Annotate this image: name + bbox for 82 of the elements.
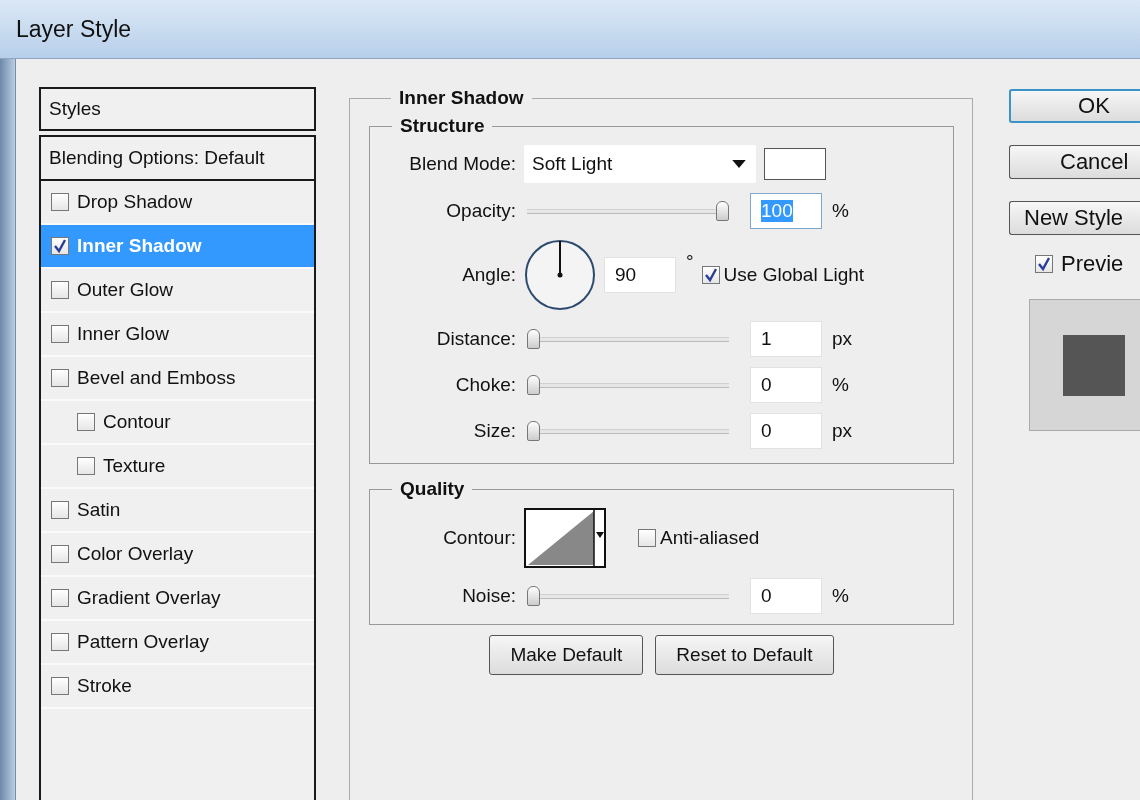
input-field[interactable]: 0	[750, 578, 822, 614]
unit-label: %	[832, 585, 849, 607]
styles-header: Styles	[39, 87, 316, 131]
checkbox[interactable]	[51, 281, 69, 299]
list-item[interactable]: Color Overlay	[41, 533, 314, 577]
checkbox[interactable]	[77, 413, 95, 431]
slider-thumb[interactable]	[716, 201, 729, 221]
checkbox-label: Use Global Light	[723, 264, 865, 286]
field-label: Choke:	[454, 374, 516, 396]
list-item[interactable]: Outer Glow	[41, 269, 314, 313]
input-field[interactable]: 0	[750, 367, 822, 403]
checkbox[interactable]	[51, 325, 69, 343]
checkbox[interactable]	[77, 457, 95, 475]
field-label: Size:	[472, 420, 516, 442]
dialog-button[interactable]: New Style	[1009, 201, 1140, 235]
field-label: Distance:	[435, 328, 516, 350]
checkbox-label: Previe	[1061, 251, 1124, 277]
unit-label: %	[832, 374, 849, 396]
unit-label: px	[832, 328, 853, 350]
checkbox[interactable]	[51, 501, 69, 519]
checkbox[interactable]	[51, 237, 69, 255]
list-item[interactable]: Bevel and Emboss	[41, 357, 314, 401]
field-label: Opacity:	[445, 200, 516, 222]
slider-thumb[interactable]	[527, 421, 540, 441]
checkbox-label: Anti-aliased	[660, 527, 760, 549]
checkbox[interactable]	[638, 529, 656, 547]
unit-label: %	[832, 200, 849, 222]
checkbox[interactable]	[51, 545, 69, 563]
contour-picker[interactable]	[524, 508, 606, 568]
list-item[interactable]: Inner Glow	[41, 313, 314, 357]
dialog-button[interactable]: OK	[1009, 89, 1140, 123]
section-title: Structure	[399, 115, 486, 137]
list-item[interactable]: Texture	[41, 445, 314, 489]
panel-button[interactable]: Make Default	[489, 635, 644, 675]
list-item-label: Inner Shadow	[77, 235, 202, 257]
panel-button[interactable]: Reset to Default	[655, 635, 834, 675]
preview-swatch	[1063, 334, 1125, 396]
unit-label: °	[686, 251, 694, 273]
input-field[interactable]: 0	[750, 413, 822, 449]
list-item-label: Gradient Overlay	[77, 587, 221, 609]
list-item-label: Color Overlay	[77, 543, 194, 565]
blend-mode-dropdown[interactable]: Soft Light	[524, 145, 756, 183]
checkbox[interactable]	[51, 633, 69, 651]
window-title: Layer Style	[16, 15, 132, 43]
input-field[interactable]: 90	[604, 257, 676, 293]
unit-label: px	[832, 420, 853, 442]
color-swatch[interactable]	[764, 148, 826, 180]
list-item-label: Contour	[103, 411, 171, 433]
section-title: Quality	[399, 478, 466, 500]
checkbox[interactable]	[51, 589, 69, 607]
slider-thumb[interactable]	[527, 586, 540, 606]
list-item-label: Bevel and Emboss	[77, 367, 236, 389]
slider-thumb[interactable]	[527, 329, 540, 349]
checkbox[interactable]	[51, 369, 69, 387]
list-item-label: Drop Shadow	[77, 191, 193, 213]
list-item[interactable]: Contour	[41, 401, 314, 445]
list-item-label: Satin	[77, 499, 121, 521]
list-item[interactable]: Satin	[41, 489, 314, 533]
field-label: Noise:	[461, 585, 516, 607]
field-label: Angle:	[461, 264, 516, 286]
list-item[interactable]: Pattern Overlay	[41, 621, 314, 665]
angle-dial[interactable]	[524, 239, 596, 311]
slider-thumb[interactable]	[527, 375, 540, 395]
section-title: Inner Shadow	[398, 87, 525, 109]
field-value: 100	[761, 200, 793, 222]
list-item-label: Inner Glow	[77, 323, 169, 345]
checkbox[interactable]	[1035, 255, 1053, 273]
list-item-label: Stroke	[77, 675, 132, 697]
dialog-button[interactable]: Cancel	[1009, 145, 1140, 179]
checkbox[interactable]	[701, 266, 720, 284]
input-field[interactable]: 1	[750, 321, 822, 357]
field-label: Blend Mode:	[408, 153, 516, 175]
checkbox[interactable]	[51, 193, 69, 211]
list-item-label: Pattern Overlay	[77, 631, 209, 653]
list-item-label: Texture	[103, 455, 166, 477]
list-item[interactable]: Stroke	[41, 665, 314, 709]
field-label: Contour:	[442, 527, 516, 549]
list-item[interactable]: Blending Options: Default	[41, 137, 314, 181]
list-item-label: Outer Glow	[77, 279, 174, 301]
checkbox[interactable]	[51, 677, 69, 695]
caret-icon	[732, 159, 746, 169]
list-item[interactable]: Gradient Overlay	[41, 577, 314, 621]
